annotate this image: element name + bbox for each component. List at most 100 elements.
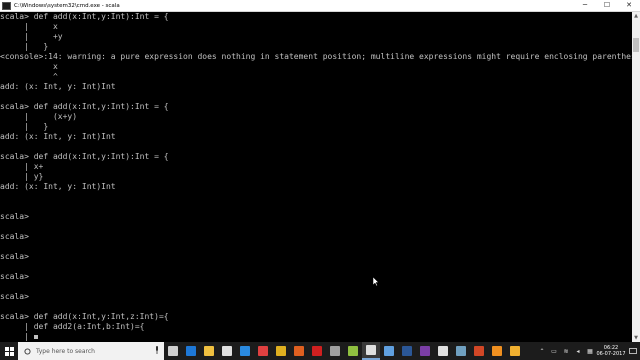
console-line: | x+	[0, 162, 44, 171]
task-view-icon[interactable]	[164, 342, 182, 360]
powerpoint-icon[interactable]	[470, 342, 488, 360]
console-line: | }	[0, 42, 49, 51]
cmd-icon[interactable]	[362, 342, 380, 360]
console-line: | y}	[0, 172, 44, 181]
minimize-button[interactable]: ─	[574, 0, 596, 11]
file-explorer-icon-glyph	[204, 346, 214, 356]
console-output[interactable]: scala> def add(x:Int,y:Int):Int = { | x …	[0, 12, 632, 342]
word-icon[interactable]	[398, 342, 416, 360]
console-line: | def add2(a:Int,b:Int)={	[0, 322, 145, 331]
taskbar-search-box[interactable]: Type here to search	[18, 342, 164, 360]
console-line: scala>	[0, 292, 29, 301]
maximize-button[interactable]: ☐	[596, 0, 618, 11]
console-line: scala> def add(x:Int,y:Int):Int = {	[0, 102, 169, 111]
settings-gear-icon[interactable]	[326, 342, 344, 360]
console-line: | x	[0, 22, 58, 31]
store-icon[interactable]	[218, 342, 236, 360]
scrollbar-thumb[interactable]	[633, 38, 639, 52]
opera-icon-glyph	[312, 346, 322, 356]
chrome-icon-glyph	[276, 346, 286, 356]
mail-icon-glyph	[240, 346, 250, 356]
console-line: scala>	[0, 212, 29, 221]
task-view-icon-glyph	[168, 346, 178, 356]
console-line: scala> def add(x:Int,y:Int):Int = {	[0, 12, 169, 21]
notepad-icon[interactable]	[344, 342, 362, 360]
search-icon	[24, 347, 31, 355]
microphone-icon[interactable]	[155, 346, 159, 354]
console-line: ^	[0, 72, 58, 81]
notepad-icon-glyph	[348, 346, 358, 356]
sublime-icon[interactable]	[488, 342, 506, 360]
console-line: scala>	[0, 232, 29, 241]
clock-date: 06-07-2017	[596, 351, 626, 357]
shield-icon[interactable]	[254, 342, 272, 360]
shield-icon-glyph	[258, 346, 268, 356]
console-line: <console>:14: warning: a pure expression…	[0, 52, 632, 61]
taskbar-clock[interactable]: 06:22 06-07-2017	[596, 345, 626, 357]
gear-icon[interactable]	[434, 342, 452, 360]
console-line: x	[0, 62, 58, 71]
console-line: | }	[0, 122, 49, 131]
network-icon-glyph	[384, 346, 394, 356]
onenote-icon-glyph	[420, 346, 430, 356]
battery-icon[interactable]: ▭	[548, 342, 560, 360]
window-controls: ─ ☐ ✕	[574, 0, 640, 11]
console-line: add: (x: Int, y: Int)Int	[0, 132, 116, 141]
text-cursor	[33, 334, 38, 339]
mouse-pointer-icon	[373, 277, 379, 286]
start-button[interactable]	[0, 342, 18, 360]
photos-icon-glyph	[456, 346, 466, 356]
windows-logo-icon	[4, 346, 14, 356]
keyboard-icon[interactable]: ▦	[584, 342, 596, 360]
settings-gear-icon-glyph	[330, 346, 340, 356]
taskbar-app-list	[164, 342, 524, 360]
console-line: add: (x: Int, y: Int)Int	[0, 182, 116, 191]
search-placeholder: Type here to search	[36, 347, 95, 355]
scroll-down-arrow-icon[interactable]: ▼	[632, 334, 640, 342]
console-line: scala> def add(x:Int,y:Int,z:Int)={	[0, 312, 169, 321]
word-icon-glyph	[402, 346, 412, 356]
window-title: C:\Windows\system32\cmd.exe - scala	[14, 2, 120, 9]
window-title-bar[interactable]: C:\Windows\system32\cmd.exe - scala ─ ☐ …	[0, 0, 640, 12]
cmd-icon-glyph	[366, 345, 376, 355]
scroll-up-arrow-icon[interactable]: ▲	[632, 12, 640, 20]
console-line: scala> def add(x:Int,y:Int):Int = {	[0, 152, 169, 161]
edge-icon-glyph	[186, 346, 196, 356]
wifi-icon[interactable]: ≋	[560, 342, 572, 360]
cmd-app-icon	[2, 1, 11, 10]
onenote-icon[interactable]	[416, 342, 434, 360]
firefox-icon[interactable]	[290, 342, 308, 360]
close-button[interactable]: ✕	[618, 0, 640, 11]
system-tray: ⌃ ▭ ≋ ◂ ▦ 06:22 06-07-2017	[536, 342, 640, 360]
console-line: add: (x: Int, y: Int)Int	[0, 82, 116, 91]
network-icon[interactable]	[380, 342, 398, 360]
notification-center-icon[interactable]	[626, 342, 640, 360]
opera-icon[interactable]	[308, 342, 326, 360]
mail-icon[interactable]	[236, 342, 254, 360]
file-explorer-icon[interactable]	[200, 342, 218, 360]
chrome-icon[interactable]	[272, 342, 290, 360]
chevron-up-icon[interactable]: ⌃	[536, 342, 548, 360]
store-icon-glyph	[222, 346, 232, 356]
console-line: scala>	[0, 252, 29, 261]
powerpoint-icon-glyph	[474, 346, 484, 356]
sublime-icon-glyph	[492, 346, 502, 356]
console-line: | (x+y)	[0, 112, 78, 121]
paint-icon[interactable]	[506, 342, 524, 360]
photos-icon[interactable]	[452, 342, 470, 360]
console-line: scala>	[0, 272, 29, 281]
console-line: | +y	[0, 32, 63, 41]
edge-icon[interactable]	[182, 342, 200, 360]
console-line: |	[0, 332, 632, 342]
vertical-scrollbar[interactable]: ▲ ▼	[632, 12, 640, 342]
volume-icon[interactable]: ◂	[572, 342, 584, 360]
